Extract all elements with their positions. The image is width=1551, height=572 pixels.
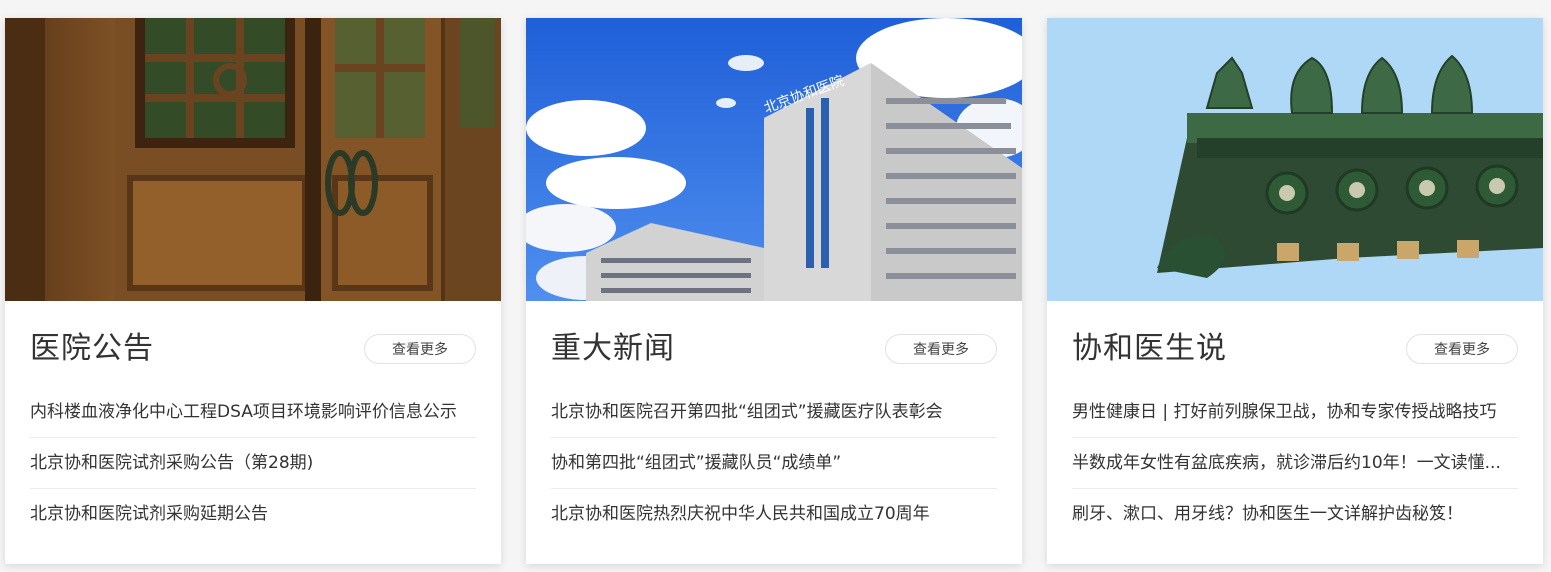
card-hospital-notices: 医院公告 查看更多 内科楼血液净化中心工程DSA项目环境影响评价信息公示 北京协… [5, 18, 501, 564]
card-header: 协和医生说 查看更多 [1072, 331, 1518, 367]
hospital-building-photo[interactable]: 北京协和医院 [526, 18, 1022, 301]
card-row: 医院公告 查看更多 内科楼血液净化中心工程DSA项目环境影响评价信息公示 北京协… [0, 0, 1551, 572]
news-list: 男性健康日 | 打好前列腺保卫战，协和专家传授战略技巧 半数成年女性有盆底疾病，… [1072, 387, 1518, 539]
card-header: 医院公告 查看更多 [30, 331, 476, 367]
news-list: 北京协和医院召开第四批“组团式”援藏医疗队表彰会 协和第四批“组团式”援藏队员“… [551, 387, 997, 539]
view-more-button[interactable]: 查看更多 [364, 334, 476, 364]
card-title: 医院公告 [30, 331, 154, 366]
card-major-news: 北京协和医院 重大新闻 查看更多 北京协和医院召开第四批“组团式”援藏医疗队表彰… [526, 18, 1022, 564]
wooden-door-photo[interactable] [5, 18, 501, 301]
card-title: 协和医生说 [1072, 331, 1227, 366]
news-item[interactable]: 北京协和医院试剂采购公告（第28期) [30, 438, 476, 489]
news-item[interactable]: 内科楼血液净化中心工程DSA项目环境影响评价信息公示 [30, 387, 476, 438]
view-more-button[interactable]: 查看更多 [1406, 334, 1518, 364]
card-doctor-says: 协和医生说 查看更多 男性健康日 | 打好前列腺保卫战，协和专家传授战略技巧 半… [1047, 18, 1543, 564]
card-header: 重大新闻 查看更多 [551, 331, 997, 367]
news-item[interactable]: 男性健康日 | 打好前列腺保卫战，协和专家传授战略技巧 [1072, 387, 1518, 438]
view-more-button[interactable]: 查看更多 [885, 334, 997, 364]
roof-ornament-photo[interactable] [1047, 18, 1543, 301]
card-title: 重大新闻 [551, 331, 675, 366]
news-item[interactable]: 刷牙、漱口、用牙线？协和医生一文详解护齿秘笈！ [1072, 489, 1518, 539]
news-item[interactable]: 协和第四批“组团式”援藏队员“成绩单” [551, 438, 997, 489]
news-item[interactable]: 北京协和医院试剂采购延期公告 [30, 489, 476, 539]
news-item[interactable]: 北京协和医院召开第四批“组团式”援藏医疗队表彰会 [551, 387, 997, 438]
news-list: 内科楼血液净化中心工程DSA项目环境影响评价信息公示 北京协和医院试剂采购公告（… [30, 387, 476, 539]
news-item[interactable]: 半数成年女性有盆底疾病，就诊滞后约10年！一文读懂... [1072, 438, 1518, 489]
news-item[interactable]: 北京协和医院热烈庆祝中华人民共和国成立70周年 [551, 489, 997, 539]
